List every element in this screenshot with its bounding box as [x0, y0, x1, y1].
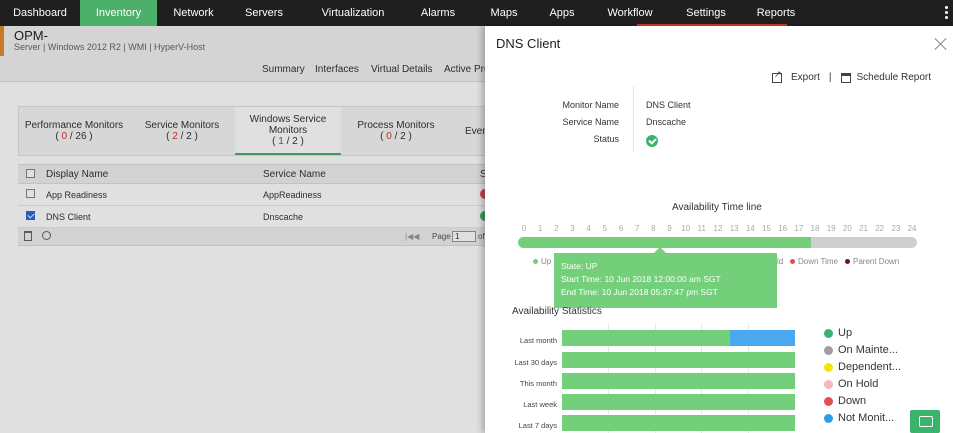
- up-dot-icon: [533, 259, 538, 264]
- more-menu-icon[interactable]: [945, 6, 949, 20]
- hour-tick-label: 0: [521, 224, 527, 233]
- tooltip-start-time: Start Time: 10 Jun 2018 12:00:00 am SGT: [561, 274, 721, 284]
- stats-bar-up[interactable]: [562, 394, 795, 410]
- nav-workflow[interactable]: Workflow: [584, 0, 676, 26]
- hour-tick-label: 24: [907, 224, 917, 233]
- calendar-icon[interactable]: [840, 72, 851, 83]
- on-hold-dot-icon: [824, 379, 833, 389]
- timeline-tooltip: State: UP Start Time: 10 Jun 2018 12:00:…: [554, 247, 777, 308]
- export-icon[interactable]: [771, 69, 782, 83]
- close-icon[interactable]: [934, 37, 947, 50]
- hour-tick-label: 9: [667, 224, 672, 233]
- dependent-dot-icon: [824, 362, 833, 372]
- hour-tick-label: 20: [842, 224, 852, 233]
- stats-row-label: Last 30 days: [514, 358, 557, 367]
- hour-tick-label: 12: [713, 224, 723, 233]
- nav-settings[interactable]: Settings: [676, 0, 736, 26]
- stats-legend-not-monitored[interactable]: Not Monit...: [824, 412, 894, 424]
- nav-alarms[interactable]: Alarms: [408, 0, 468, 26]
- hour-tick-label: 8: [651, 224, 656, 233]
- nav-dashboard[interactable]: Dashboard: [0, 0, 80, 26]
- hour-tick-label: 13: [729, 224, 739, 233]
- stats-bar-up[interactable]: [562, 415, 795, 431]
- status-up-icon: [646, 135, 658, 147]
- legend-down-time: Down Time: [790, 257, 838, 266]
- maintenance-dot-icon: [824, 345, 833, 355]
- down-dot-icon: [824, 396, 833, 406]
- stats-title: Availability Statistics: [512, 306, 602, 317]
- stats-bar-up[interactable]: [562, 330, 730, 346]
- tooltip-end-time: End Time: 10 Jun 2018 05:37:47 pm SGT: [561, 287, 718, 297]
- parent-down-dot-icon: [845, 259, 850, 264]
- nav-inventory[interactable]: Inventory: [80, 0, 157, 26]
- availability-stats-chart: [562, 324, 795, 433]
- service-name-value: Dnscache: [646, 117, 687, 127]
- nav-virtualization[interactable]: Virtualization: [298, 0, 408, 26]
- timeline-title: Availability Time line: [672, 202, 762, 213]
- top-nav: Dashboard Inventory Network Servers Virt…: [0, 0, 953, 26]
- stats-bar-row[interactable]: [562, 373, 795, 389]
- up-dot-icon: [824, 328, 833, 338]
- stats-row-label: Last week: [523, 400, 557, 409]
- legend-parent-down: Parent Down: [845, 257, 899, 266]
- stats-bar-not-monitored[interactable]: [729, 330, 795, 346]
- monitor-name-label: Monitor Name: [562, 100, 619, 110]
- hour-tick-label: 15: [762, 224, 771, 233]
- hour-tick-label: 23: [891, 224, 901, 233]
- nav-apps[interactable]: Apps: [540, 0, 584, 26]
- hour-tick-label: 7: [634, 224, 640, 233]
- hour-tick-label: 3: [570, 224, 575, 233]
- drawer-title: DNS Client: [496, 36, 561, 51]
- hour-tick-label: 14: [745, 224, 755, 233]
- hour-tick-label: 6: [618, 224, 624, 233]
- info-divider: [633, 86, 634, 152]
- legend-up: Up: [533, 257, 551, 266]
- not-monitored-dot-icon: [824, 413, 833, 423]
- nav-reports[interactable]: Reports: [736, 0, 816, 26]
- hour-tick-label: 16: [778, 224, 788, 233]
- status-label: Status: [593, 134, 619, 144]
- stats-legend-maintenance[interactable]: On Mainte...: [824, 344, 898, 356]
- chat-button[interactable]: [910, 410, 940, 433]
- hour-tick-label: 18: [810, 224, 820, 233]
- hour-tick-label: 5: [602, 224, 608, 233]
- stats-row-label: Last month: [519, 336, 557, 345]
- hour-tick-label: 10: [681, 224, 691, 233]
- stats-legend-dependent[interactable]: Dependent...: [824, 361, 901, 373]
- hour-tick-label: 11: [697, 224, 706, 233]
- schedule-report-button[interactable]: Schedule Report: [857, 72, 932, 83]
- tooltip-state: State: UP: [561, 261, 598, 271]
- nav-network[interactable]: Network: [157, 0, 230, 26]
- stats-bar-up[interactable]: [562, 352, 795, 368]
- hour-tick-label: 4: [586, 224, 591, 233]
- action-separator: |: [828, 72, 832, 83]
- down-dot-icon: [790, 259, 795, 264]
- legend-on-hold: ld: [777, 257, 784, 266]
- hour-tick-label: 22: [875, 224, 885, 233]
- nav-servers[interactable]: Servers: [230, 0, 298, 26]
- stats-bar-row[interactable]: [562, 394, 795, 410]
- hour-tick-label: 1: [537, 224, 543, 233]
- dns-client-drawer: DNS Client Export | Schedule Report Moni…: [485, 26, 953, 433]
- service-name-label: Service Name: [562, 117, 619, 127]
- stats-bar-row[interactable]: [562, 352, 795, 368]
- hour-tick-label: 2: [554, 224, 559, 233]
- export-button[interactable]: Export: [791, 72, 820, 83]
- stats-row-label: This month: [519, 379, 557, 388]
- stats-bar-row[interactable]: [562, 415, 795, 431]
- stats-bar-up[interactable]: [562, 373, 795, 389]
- hour-tick-label: 17: [794, 224, 804, 233]
- stats-bar-row[interactable]: [562, 330, 795, 346]
- timeline-hour-axis: 0 1 2 3 4 5 6 7 8 9 10 11 12 13 14 15 16 17 18 19 20 21 22 23 24: [518, 224, 918, 234]
- stats-row-label: Last 7 days: [518, 421, 557, 430]
- stats-legend-on-hold[interactable]: On Hold: [824, 378, 878, 390]
- stats-legend-up[interactable]: Up: [824, 327, 852, 339]
- timeline-track[interactable]: [518, 237, 917, 248]
- nav-maps[interactable]: Maps: [468, 0, 540, 26]
- stats-legend-down[interactable]: Down: [824, 395, 866, 407]
- drawer-actions: Export | Schedule Report: [771, 69, 932, 83]
- hour-tick-label: 19: [826, 224, 836, 233]
- monitor-name-value: DNS Client: [646, 100, 691, 110]
- hour-tick-label: 21: [859, 224, 868, 233]
